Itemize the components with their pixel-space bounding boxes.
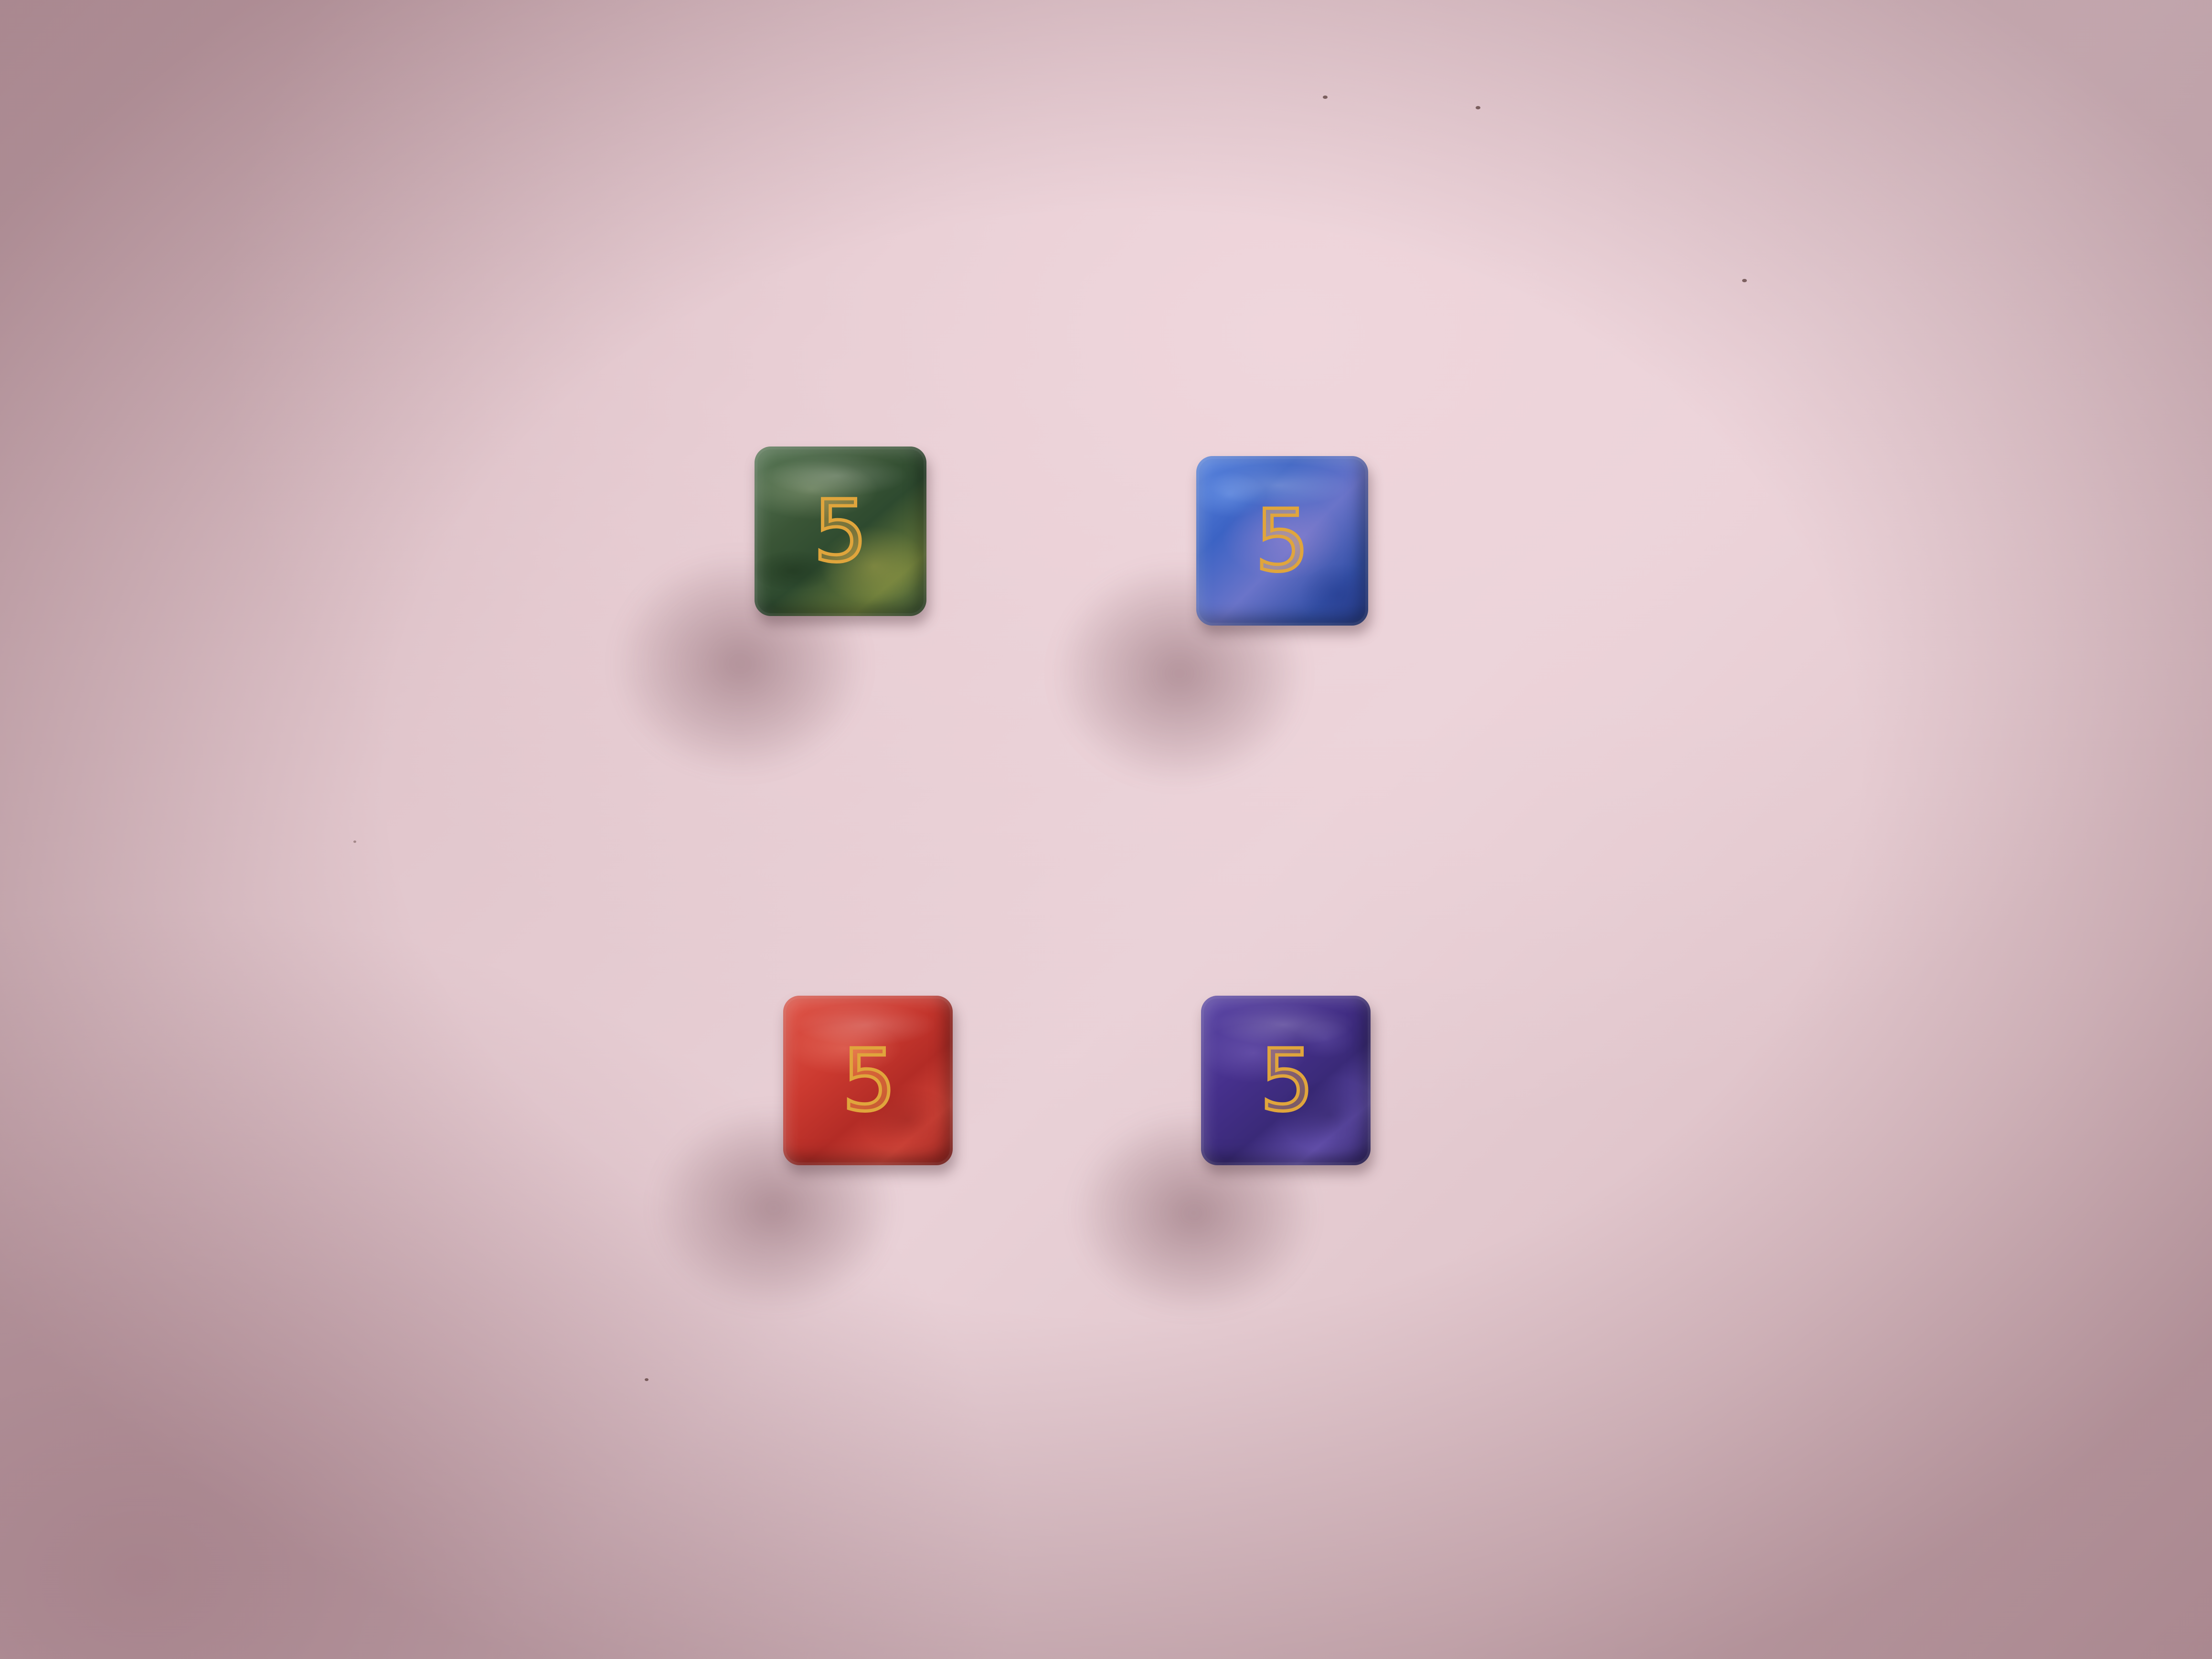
die-face-number: 5 — [812, 480, 869, 583]
blue-die: 5 — [1196, 456, 1368, 626]
photo-scene: 5 5 5 5 — [0, 0, 2212, 1659]
dust-speck — [1476, 106, 1480, 109]
dust-speck — [353, 840, 356, 843]
lens-vignette — [0, 0, 2212, 1659]
die-face-number: 5 — [840, 1030, 898, 1132]
die-face-number: 5 — [1254, 490, 1311, 592]
green-die: 5 — [755, 447, 926, 616]
die-face-number: 5 — [1258, 1030, 1316, 1132]
dust-speck — [645, 1378, 649, 1381]
dust-speck — [1323, 96, 1328, 99]
red-die: 5 — [783, 996, 953, 1165]
dust-speck — [1742, 279, 1747, 282]
purple-die: 5 — [1201, 996, 1371, 1165]
